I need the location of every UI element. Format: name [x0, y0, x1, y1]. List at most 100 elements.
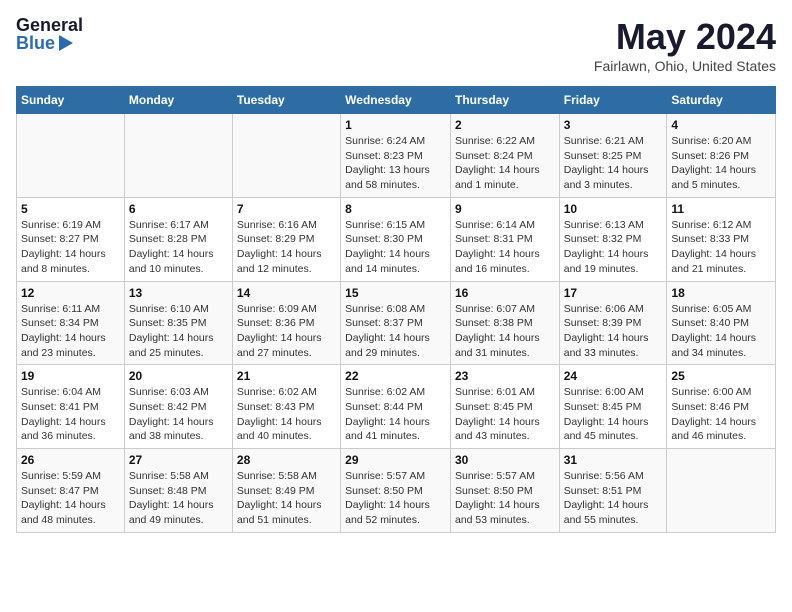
- calendar-table: Sunday Monday Tuesday Wednesday Thursday…: [16, 86, 776, 533]
- table-row: 11 Sunrise: 6:12 AMSunset: 8:33 PMDayligh…: [667, 197, 776, 281]
- day-info: Sunrise: 5:58 AMSunset: 8:48 PMDaylight:…: [129, 469, 228, 528]
- day-info: Sunrise: 5:57 AMSunset: 8:50 PMDaylight:…: [455, 469, 555, 528]
- table-row: 9 Sunrise: 6:14 AMSunset: 8:31 PMDaylight…: [450, 197, 559, 281]
- table-row: 1Sunrise: 6:24 AMSunset: 8:23 PMDaylight…: [341, 114, 451, 198]
- day-info: Sunrise: 6:00 AMSunset: 8:46 PMDaylight:…: [671, 385, 771, 444]
- col-tuesday: Tuesday: [232, 87, 340, 114]
- day-number: 21: [237, 369, 336, 383]
- table-row: 24Sunrise: 6:00 AMSunset: 8:45 PMDayligh…: [559, 365, 667, 449]
- day-info: Sunrise: 6:20 AMSunset: 8:26 PMDaylight:…: [671, 134, 771, 193]
- day-info: Sunrise: 6:08 AMSunset: 8:37 PMDaylight:…: [345, 302, 446, 361]
- calendar-week-row: 1Sunrise: 6:24 AMSunset: 8:23 PMDaylight…: [17, 114, 776, 198]
- day-info: Sunrise: 6:17 AMSunset: 8:28 PMDaylight:…: [129, 218, 228, 277]
- day-info: Sunrise: 5:57 AMSunset: 8:50 PMDaylight:…: [345, 469, 446, 528]
- day-number: 23: [455, 369, 555, 383]
- day-number: 13: [129, 286, 228, 300]
- col-wednesday: Wednesday: [341, 87, 451, 114]
- table-row: 20 Sunrise: 6:03 AMSunset: 8:42 PMDayligh…: [124, 365, 232, 449]
- table-row: 26Sunrise: 5:59 AMSunset: 8:47 PMDayligh…: [17, 449, 125, 533]
- table-row: 4 Sunrise: 6:20 AMSunset: 8:26 PMDaylight…: [667, 114, 776, 198]
- day-info: Sunrise: 6:11 AMSunset: 8:34 PMDaylight:…: [21, 302, 120, 361]
- calendar-week-row: 26Sunrise: 5:59 AMSunset: 8:47 PMDayligh…: [17, 449, 776, 533]
- day-number: 11: [671, 202, 771, 216]
- table-row: 18Sunrise: 6:05 AMSunset: 8:40 PMDayligh…: [667, 281, 776, 365]
- table-row: 27Sunrise: 5:58 AMSunset: 8:48 PMDayligh…: [124, 449, 232, 533]
- table-row: 21 Sunrise: 6:02 AMSunset: 8:43 PMDayligh…: [232, 365, 340, 449]
- day-info: Sunrise: 6:03 AMSunset: 8:42 PMDaylight:…: [129, 385, 228, 444]
- day-number: 18: [671, 286, 771, 300]
- table-row: [667, 449, 776, 533]
- day-number: 10: [564, 202, 663, 216]
- day-number: 15: [345, 286, 446, 300]
- day-info: Sunrise: 5:56 AMSunset: 8:51 PMDaylight:…: [564, 469, 663, 528]
- day-info: Sunrise: 6:19 AMSunset: 8:27 PMDaylight:…: [21, 218, 120, 277]
- table-row: 7Sunrise: 6:16 AMSunset: 8:29 PMDaylight…: [232, 197, 340, 281]
- day-info: Sunrise: 6:22 AMSunset: 8:24 PMDaylight:…: [455, 134, 555, 193]
- day-number: 20: [129, 369, 228, 383]
- day-info: Sunrise: 6:21 AMSunset: 8:25 PMDaylight:…: [564, 134, 663, 193]
- table-row: [232, 114, 340, 198]
- day-number: 14: [237, 286, 336, 300]
- day-info: Sunrise: 5:59 AMSunset: 8:47 PMDaylight:…: [21, 469, 120, 528]
- table-row: 17 Sunrise: 6:06 AMSunset: 8:39 PMDayligh…: [559, 281, 667, 365]
- day-number: 16: [455, 286, 555, 300]
- calendar-title: May 2024: [594, 16, 776, 58]
- col-saturday: Saturday: [667, 87, 776, 114]
- table-row: 28Sunrise: 5:58 AMSunset: 8:49 PMDayligh…: [232, 449, 340, 533]
- table-row: [124, 114, 232, 198]
- table-row: 31 Sunrise: 5:56 AMSunset: 8:51 PMDayligh…: [559, 449, 667, 533]
- day-number: 2: [455, 118, 555, 132]
- table-row: 5 Sunrise: 6:19 AMSunset: 8:27 PMDaylight…: [17, 197, 125, 281]
- table-row: 15 Sunrise: 6:08 AMSunset: 8:37 PMDayligh…: [341, 281, 451, 365]
- col-monday: Monday: [124, 87, 232, 114]
- logo-arrow-icon: [59, 35, 73, 51]
- table-row: 10 Sunrise: 6:13 AMSunset: 8:32 PMDayligh…: [559, 197, 667, 281]
- col-thursday: Thursday: [450, 87, 559, 114]
- table-row: 30Sunrise: 5:57 AMSunset: 8:50 PMDayligh…: [450, 449, 559, 533]
- day-info: Sunrise: 6:02 AMSunset: 8:43 PMDaylight:…: [237, 385, 336, 444]
- day-number: 28: [237, 453, 336, 467]
- table-row: 29 Sunrise: 5:57 AMSunset: 8:50 PMDayligh…: [341, 449, 451, 533]
- table-row: 3Sunrise: 6:21 AMSunset: 8:25 PMDaylight…: [559, 114, 667, 198]
- day-info: Sunrise: 6:02 AMSunset: 8:44 PMDaylight:…: [345, 385, 446, 444]
- day-info: Sunrise: 6:14 AMSunset: 8:31 PMDaylight:…: [455, 218, 555, 277]
- col-friday: Friday: [559, 87, 667, 114]
- day-number: 12: [21, 286, 120, 300]
- logo-blue: Blue: [16, 34, 55, 52]
- day-number: 22: [345, 369, 446, 383]
- table-row: [17, 114, 125, 198]
- calendar-header-row: Sunday Monday Tuesday Wednesday Thursday…: [17, 87, 776, 114]
- page-header: General Blue May 2024 Fairlawn, Ohio, Un…: [16, 16, 776, 74]
- day-number: 25: [671, 369, 771, 383]
- table-row: 22 Sunrise: 6:02 AMSunset: 8:44 PMDayligh…: [341, 365, 451, 449]
- day-info: Sunrise: 6:07 AMSunset: 8:38 PMDaylight:…: [455, 302, 555, 361]
- day-info: Sunrise: 6:00 AMSunset: 8:45 PMDaylight:…: [564, 385, 663, 444]
- logo: General Blue: [16, 16, 83, 52]
- logo-general: General: [16, 16, 83, 34]
- table-row: 19Sunrise: 6:04 AMSunset: 8:41 PMDayligh…: [17, 365, 125, 449]
- table-row: 8Sunrise: 6:15 AMSunset: 8:30 PMDaylight…: [341, 197, 451, 281]
- day-info: Sunrise: 6:01 AMSunset: 8:45 PMDaylight:…: [455, 385, 555, 444]
- table-row: 14 Sunrise: 6:09 AMSunset: 8:36 PMDayligh…: [232, 281, 340, 365]
- table-row: 2 Sunrise: 6:22 AMSunset: 8:24 PMDaylight…: [450, 114, 559, 198]
- day-info: Sunrise: 6:13 AMSunset: 8:32 PMDaylight:…: [564, 218, 663, 277]
- day-number: 31: [564, 453, 663, 467]
- calendar-week-row: 5 Sunrise: 6:19 AMSunset: 8:27 PMDaylight…: [17, 197, 776, 281]
- table-row: 23 Sunrise: 6:01 AMSunset: 8:45 PMDayligh…: [450, 365, 559, 449]
- table-row: 16 Sunrise: 6:07 AMSunset: 8:38 PMDayligh…: [450, 281, 559, 365]
- day-number: 8: [345, 202, 446, 216]
- day-info: Sunrise: 6:09 AMSunset: 8:36 PMDaylight:…: [237, 302, 336, 361]
- day-number: 1: [345, 118, 446, 132]
- day-number: 4: [671, 118, 771, 132]
- calendar-week-row: 19Sunrise: 6:04 AMSunset: 8:41 PMDayligh…: [17, 365, 776, 449]
- calendar-location: Fairlawn, Ohio, United States: [594, 58, 776, 74]
- day-number: 6: [129, 202, 228, 216]
- table-row: 12 Sunrise: 6:11 AMSunset: 8:34 PMDayligh…: [17, 281, 125, 365]
- day-info: Sunrise: 6:12 AMSunset: 8:33 PMDaylight:…: [671, 218, 771, 277]
- day-number: 17: [564, 286, 663, 300]
- day-number: 29: [345, 453, 446, 467]
- day-number: 5: [21, 202, 120, 216]
- day-number: 9: [455, 202, 555, 216]
- day-info: Sunrise: 6:04 AMSunset: 8:41 PMDaylight:…: [21, 385, 120, 444]
- day-info: Sunrise: 6:06 AMSunset: 8:39 PMDaylight:…: [564, 302, 663, 361]
